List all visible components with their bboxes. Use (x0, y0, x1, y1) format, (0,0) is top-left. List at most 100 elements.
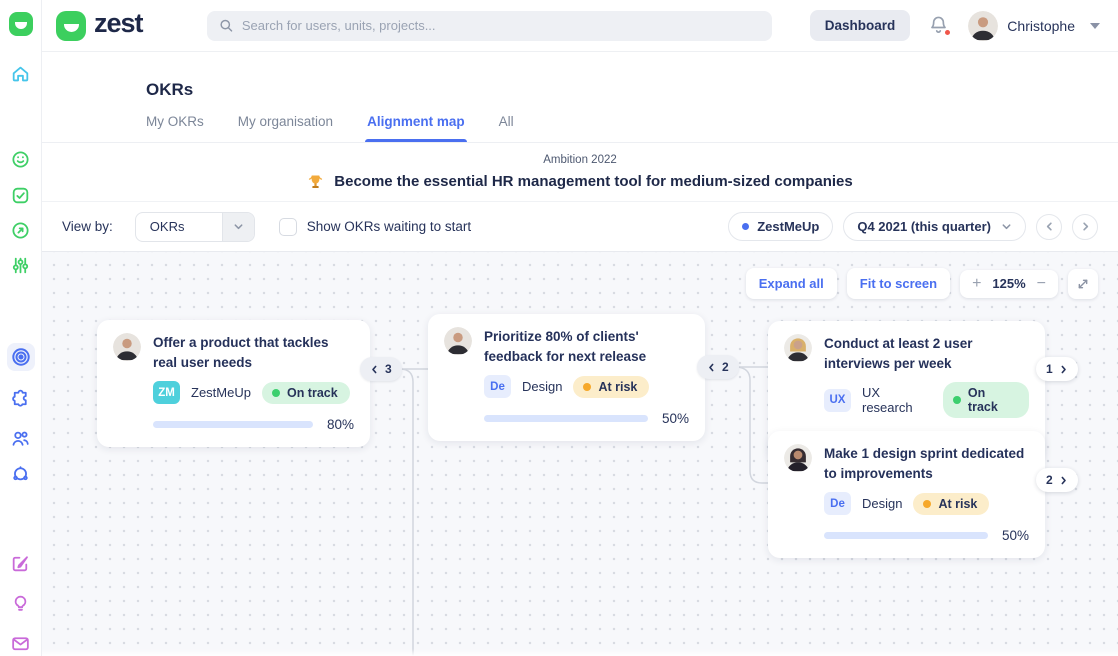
sliders-icon[interactable] (7, 251, 35, 279)
topbar-right: Dashboard Christophe (810, 10, 1100, 41)
chevron-right-icon (1059, 365, 1068, 374)
team-filter-pill[interactable]: ZestMeUp (728, 212, 833, 241)
tab-bar: My OKRs My organisation Alignment map Al… (146, 114, 1118, 142)
view-by-label: View by: (62, 219, 113, 234)
chevron-down-icon (222, 213, 254, 241)
progress-bar (153, 421, 313, 428)
edit-pencil-icon[interactable] (7, 549, 35, 577)
search-bar[interactable] (207, 11, 772, 41)
smiley-icon[interactable] (7, 145, 35, 173)
fit-to-screen-button[interactable]: Fit to screen (847, 268, 950, 299)
unit-badge: De (484, 375, 511, 398)
puzzle-icon[interactable] (7, 384, 35, 412)
app-window: zest Dashboard Christophe (0, 0, 1118, 656)
share-arrow-circle-icon[interactable] (7, 216, 35, 244)
smile-icon (64, 24, 79, 32)
ambition-label: Ambition 2022 (543, 154, 617, 166)
user-avatar (968, 11, 998, 41)
status-badge: On track (943, 382, 1029, 418)
tab-my-okrs[interactable]: My OKRs (146, 114, 204, 142)
check-square-icon[interactable] (7, 181, 35, 209)
zest-logo-icon (56, 11, 86, 41)
zest-wordmark[interactable]: zest (56, 11, 143, 41)
zoom-out-button[interactable]: − (1037, 276, 1046, 292)
view-by-value: OKRs (136, 213, 222, 241)
linked-okrs-right-button[interactable]: 2 (1036, 468, 1078, 492)
okr-title: Conduct at least 2 user interviews per w… (824, 334, 1029, 373)
ambition-banner: Ambition 2022 Become the essential HR ma… (42, 143, 1118, 202)
home-icon[interactable] (7, 59, 35, 87)
linked-okrs-left-button[interactable]: 3 (360, 357, 402, 381)
user-name: Christophe (1007, 18, 1075, 34)
zest-logo-icon[interactable] (9, 12, 33, 36)
okr-card[interactable]: Prioritize 80% of clients' feedback for … (428, 314, 705, 441)
chevron-right-icon (1080, 221, 1091, 232)
chevron-left-icon (1044, 221, 1055, 232)
show-waiting-label: Show OKRs waiting to start (307, 219, 471, 234)
trophy-icon (307, 173, 324, 190)
ambition-title: Become the essential HR management tool … (334, 173, 852, 190)
quarter-select[interactable]: Q4 2021 (this quarter) (843, 212, 1026, 241)
top-bar: zest Dashboard Christophe (42, 0, 1118, 52)
zoom-in-button[interactable]: + (972, 276, 981, 292)
team-dot-icon (742, 223, 749, 230)
sidebar (0, 0, 42, 656)
status-badge: At risk (913, 493, 989, 515)
expand-diagonal-icon (1076, 277, 1090, 291)
filters-toolbar: View by: OKRs Show OKRs waiting to start… (42, 202, 1118, 252)
search-icon (219, 18, 233, 33)
mail-icon[interactable] (7, 629, 35, 656)
unit-badge: ZM (153, 381, 180, 404)
unit-name: Design (522, 379, 562, 394)
search-input[interactable] (242, 18, 760, 33)
user-menu[interactable]: Christophe (968, 11, 1100, 41)
expand-all-button[interactable]: Expand all (746, 268, 837, 299)
notification-badge (943, 28, 952, 37)
okr-title: Prioritize 80% of clients' feedback for … (484, 327, 689, 366)
zoom-control: + 125% − (960, 270, 1058, 298)
unit-name: Design (862, 496, 902, 511)
lightbulb-icon[interactable] (7, 589, 35, 617)
progress-bar (484, 415, 648, 422)
okr-card[interactable]: Make 1 design sprint dedicated to improv… (768, 431, 1045, 558)
users-icon[interactable] (7, 424, 35, 452)
page-header: OKRs My OKRs My organisation Alignment m… (42, 52, 1118, 143)
unit-badge: De (824, 492, 851, 515)
view-by-select[interactable]: OKRs (135, 212, 255, 242)
chevron-down-icon (1090, 23, 1100, 29)
tab-my-organisation[interactable]: My organisation (238, 114, 333, 142)
previous-quarter-button[interactable] (1036, 214, 1062, 240)
chevron-left-icon (370, 365, 379, 374)
smile-icon (15, 22, 27, 29)
status-dot-icon (272, 389, 280, 397)
canvas-controls: Expand all Fit to screen + 125% − (746, 268, 1098, 299)
progress-bar (824, 532, 988, 539)
owner-avatar (784, 334, 812, 362)
chevron-left-icon (707, 363, 716, 372)
notifications-bell-icon[interactable] (928, 14, 950, 38)
main-area: zest Dashboard Christophe (42, 0, 1118, 656)
status-dot-icon (953, 396, 961, 404)
unit-badge: UX (824, 389, 851, 412)
alignment-map-canvas[interactable]: Expand all Fit to screen + 125% − (42, 252, 1118, 656)
brand-name: zest (94, 8, 143, 39)
progress-label: 50% (1002, 528, 1029, 543)
linked-okrs-left-button[interactable]: 2 (697, 355, 739, 379)
dashboard-button[interactable]: Dashboard (810, 10, 911, 41)
linked-okrs-right-button[interactable]: 1 (1036, 357, 1078, 381)
progress-label: 80% (327, 417, 354, 432)
status-dot-icon (923, 500, 931, 508)
unit-name: ZestMeUp (191, 385, 251, 400)
okr-card[interactable]: Offer a product that tackles real user n… (97, 320, 370, 447)
okr-target-icon[interactable] (7, 343, 35, 371)
tab-alignment-map[interactable]: Alignment map (367, 114, 465, 142)
tab-all[interactable]: All (499, 114, 514, 142)
status-badge: On track (262, 382, 350, 404)
show-waiting-checkbox[interactable] (279, 218, 297, 236)
fullscreen-button[interactable] (1068, 269, 1098, 299)
bell-alt-icon[interactable] (7, 459, 35, 487)
quarter-label: Q4 2021 (this quarter) (857, 219, 991, 234)
owner-avatar (784, 444, 812, 472)
next-quarter-button[interactable] (1072, 214, 1098, 240)
page-title: OKRs (146, 80, 1118, 100)
